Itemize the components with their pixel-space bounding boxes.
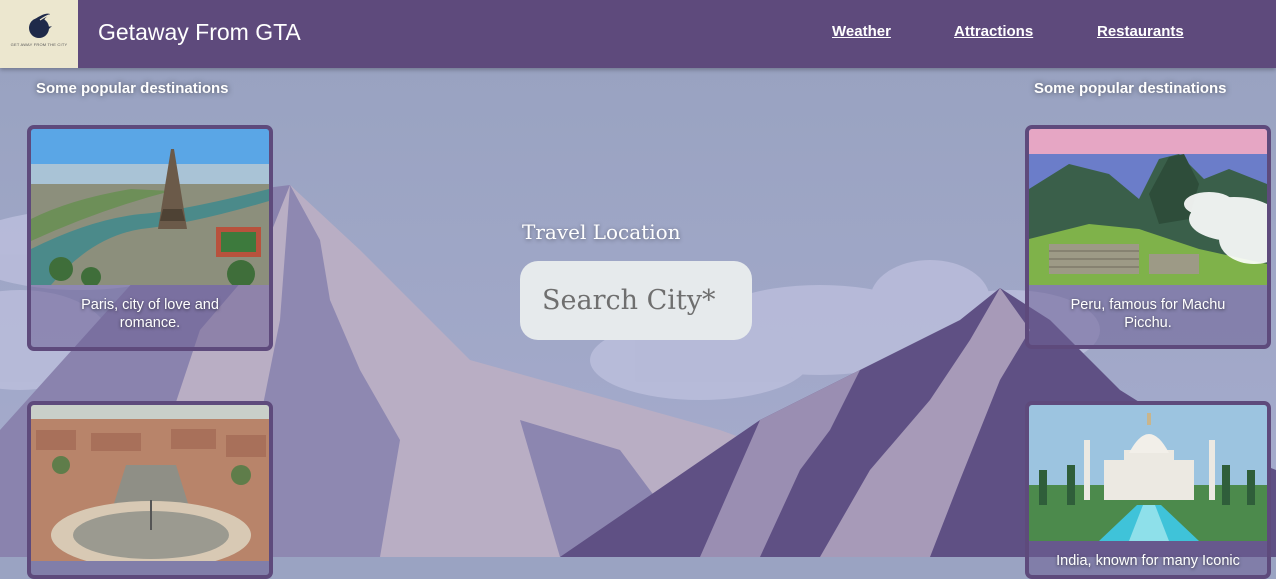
taj-mahal-photo xyxy=(1029,405,1267,541)
destination-caption: Peru, famous for Machu Picchu. xyxy=(1070,297,1226,331)
left-destinations-heading: Some popular destinations xyxy=(36,80,229,97)
nav-link-restaurants[interactable]: Restaurants xyxy=(1097,23,1184,40)
vatican-square-photo xyxy=(31,405,269,561)
destination-caption: India, known for many Iconic xyxy=(1056,553,1240,569)
destination-card-vatican[interactable] xyxy=(27,401,273,579)
eiffel-tower-photo xyxy=(31,129,269,285)
destination-caption xyxy=(31,561,269,572)
machu-picchu-photo xyxy=(1029,129,1267,285)
destination-card-peru[interactable]: Peru, famous for Machu Picchu. xyxy=(1025,125,1271,349)
nav-link-weather[interactable]: Weather xyxy=(832,23,891,40)
destination-caption: Paris, city of love and romance. xyxy=(81,297,219,331)
bird-logo-icon xyxy=(29,13,52,38)
site-title: Getaway From GTA xyxy=(98,19,301,45)
travel-location-label: Travel Location xyxy=(522,220,681,244)
site-logo[interactable]: GET AWAY FROM THE CITY xyxy=(0,0,78,68)
destination-card-india[interactable]: India, known for many Iconic xyxy=(1025,401,1271,579)
navbar: GET AWAY FROM THE CITY Getaway From GTA … xyxy=(0,0,1276,68)
nav-link-attractions[interactable]: Attractions xyxy=(954,23,1033,40)
logo-text: GET AWAY FROM THE CITY xyxy=(10,42,68,47)
right-destinations-heading: Some popular destinations xyxy=(1034,80,1227,97)
destination-card-paris[interactable]: Paris, city of love and romance. xyxy=(27,125,273,351)
search-city-input[interactable] xyxy=(520,261,752,340)
